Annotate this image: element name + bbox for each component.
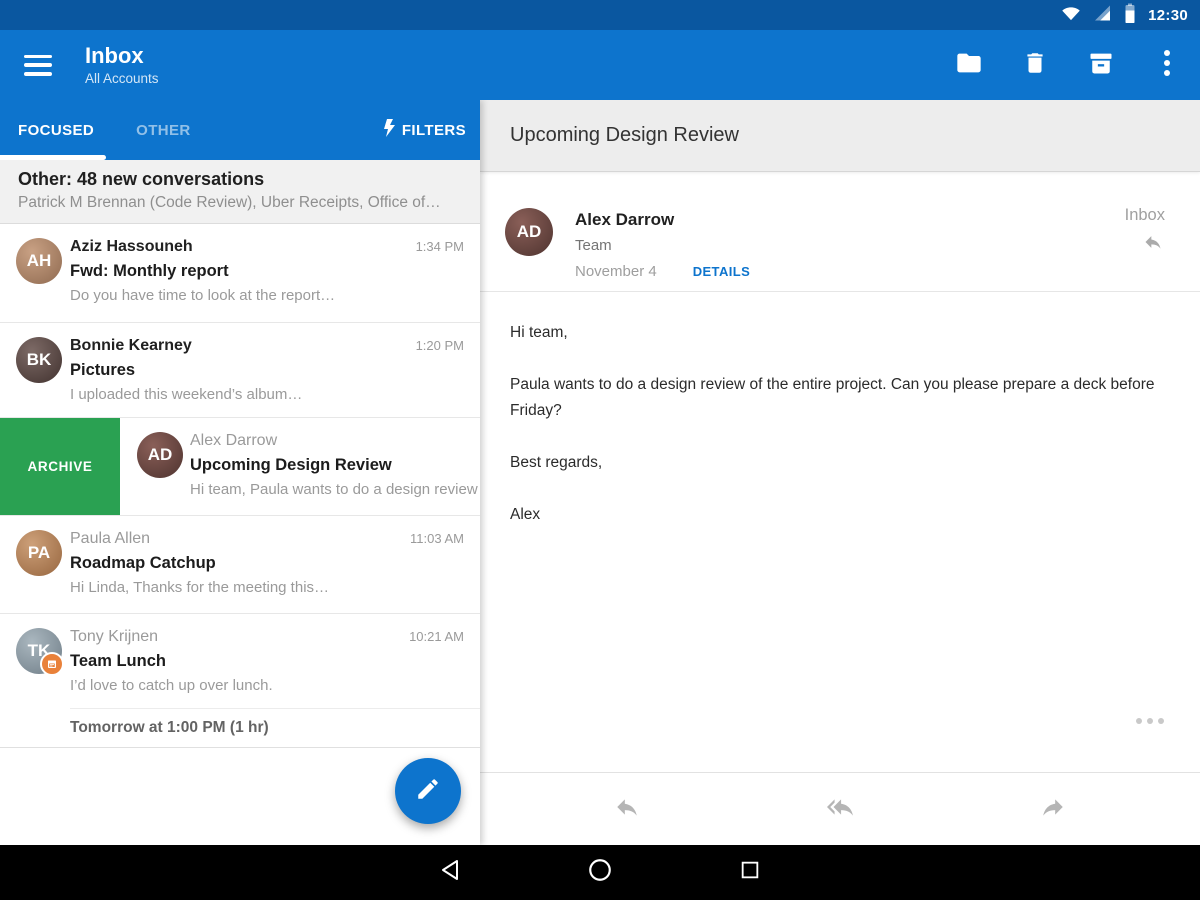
avatar: AH — [16, 238, 62, 284]
email-body: Hi team, Paula wants to do a design revi… — [480, 292, 1200, 528]
message-subject: Upcoming Design Review — [190, 455, 480, 476]
filters-label: FILTERS — [402, 122, 466, 139]
clock: 12:30 — [1148, 7, 1188, 24]
delete-button[interactable] — [1020, 50, 1050, 80]
recents-square-icon — [739, 859, 761, 886]
meeting-chip[interactable]: Tomorrow at 1:00 PM (1 hr) — [0, 708, 480, 748]
message-subject: Roadmap Catchup — [70, 553, 464, 574]
message-time: 1:34 PM — [416, 239, 464, 254]
battery-icon — [1124, 3, 1136, 28]
reply-all-icon — [824, 794, 856, 825]
recents-button[interactable] — [736, 859, 764, 887]
reply-icon — [612, 794, 642, 825]
other-count-label: Other: 48 new conversations — [18, 169, 462, 190]
message-time: 1:20 PM — [416, 338, 464, 353]
message-row[interactable]: BK Bonnie Kearney Pictures I uploaded th… — [0, 323, 480, 418]
email-subject-header: Upcoming Design Review — [480, 100, 1200, 172]
archive-swipe-label: ARCHIVE — [28, 459, 93, 474]
overflow-menu-button[interactable] — [1152, 50, 1182, 80]
reading-pane: Upcoming Design Review AD Alex Darrow Te… — [480, 100, 1200, 845]
message-preview: I’d love to catch up over lunch. — [70, 676, 464, 696]
message-preview: Hi team, Paula wants to do a design revi… — [190, 480, 480, 500]
reply-all-button[interactable] — [818, 787, 862, 831]
message-preview: I uploaded this weekend’s album… — [70, 385, 464, 405]
avatar: AD — [137, 432, 183, 478]
hamburger-menu-icon[interactable] — [24, 55, 52, 76]
avatar: PA — [16, 530, 62, 576]
overflow-menu-icon — [1163, 48, 1171, 83]
message-subject: Fwd: Monthly report — [70, 261, 464, 282]
archive-button[interactable] — [1086, 50, 1116, 80]
body-paragraph: Alex — [510, 502, 1170, 528]
meeting-time-label: Tomorrow at 1:00 PM (1 hr) — [70, 719, 269, 737]
message-sender: Tony Krijnen — [70, 627, 464, 647]
page-title: Inbox — [85, 44, 159, 68]
body-paragraph: Hi team, — [510, 320, 1170, 346]
message-row[interactable]: AD Alex Darrow Upcoming Design Review Hi… — [120, 418, 480, 515]
forward-button[interactable] — [1031, 787, 1075, 831]
app-bar: Inbox All Accounts — [0, 30, 1200, 100]
outlook-app-screen: 12:30 Inbox All Accounts FOCUSED — [0, 0, 1200, 900]
reply-button[interactable] — [605, 787, 649, 831]
back-triangle-icon — [438, 858, 462, 887]
compose-pencil-icon — [415, 776, 441, 807]
compose-fab[interactable] — [395, 758, 461, 824]
message-preview: Do you have time to look at the report… — [70, 286, 464, 306]
cellular-signal-icon — [1093, 4, 1112, 27]
email-sender-block: AD Alex Darrow Team November 4 DETAILS I… — [480, 172, 1200, 292]
calendar-badge-icon — [40, 652, 64, 676]
reply-toolbar — [480, 772, 1200, 845]
other-conversations-banner[interactable]: Other: 48 new conversations Patrick M Br… — [0, 160, 480, 224]
sender-avatar: AD — [505, 208, 553, 256]
forward-icon — [1038, 794, 1068, 825]
archive-icon — [1087, 49, 1115, 82]
message-sender: Paula Allen — [70, 529, 464, 549]
recipients-label: Team — [575, 237, 1200, 255]
account-scope-label: All Accounts — [85, 71, 159, 86]
other-senders-preview: Patrick M Brennan (Code Review), Uber Re… — [18, 194, 462, 212]
move-to-folder-button[interactable] — [954, 50, 984, 80]
details-link[interactable]: DETAILS — [693, 264, 750, 279]
active-tab-underline — [0, 155, 106, 160]
message-sender: Bonnie Kearney — [70, 336, 464, 356]
message-time: 11:03 AM — [410, 531, 464, 546]
message-row-swiping: ARCHIVE AD Alex Darrow Upcoming Design R… — [0, 418, 480, 516]
tab-focused[interactable]: FOCUSED — [18, 122, 94, 139]
message-sender: Aziz Hassouneh — [70, 237, 464, 257]
message-row[interactable]: PA Paula Allen Roadmap Catchup Hi Linda,… — [0, 516, 480, 614]
message-sender: Alex Darrow — [190, 431, 480, 451]
message-subject: Pictures — [70, 360, 464, 381]
message-subject: Team Lunch — [70, 651, 464, 672]
tab-other[interactable]: OTHER — [136, 122, 191, 139]
body-paragraph: Paula wants to do a design review of the… — [510, 372, 1170, 424]
trash-icon — [1022, 50, 1048, 81]
home-circle-icon — [587, 857, 613, 888]
email-subject: Upcoming Design Review — [510, 124, 739, 147]
back-button[interactable] — [436, 859, 464, 887]
message-list-pane: FOCUSED OTHER FILTERS Other: 48 new conv… — [0, 100, 480, 845]
android-nav-bar — [0, 845, 1200, 900]
status-bar: 12:30 — [0, 0, 1200, 30]
home-button[interactable] — [586, 859, 614, 887]
show-trimmed-content-button[interactable] — [1130, 712, 1170, 730]
replied-status-icon — [1141, 232, 1165, 257]
message-row[interactable]: TK Tony Krijnen Team Lunch I’d love to c… — [0, 614, 480, 708]
sender-name: Alex Darrow — [575, 210, 1200, 230]
wifi-icon — [1061, 4, 1081, 27]
message-preview: Hi Linda, Thanks for the meeting this… — [70, 578, 464, 598]
lightning-icon — [382, 119, 396, 141]
body-paragraph: Best regards, — [510, 450, 1170, 476]
avatar: BK — [16, 337, 62, 383]
email-date: November 4 — [575, 263, 657, 280]
inbox-tab-bar: FOCUSED OTHER FILTERS — [0, 100, 480, 160]
folder-icon — [955, 49, 983, 82]
message-row[interactable]: AH Aziz Hassouneh Fwd: Monthly report Do… — [0, 224, 480, 323]
app-bar-titles: Inbox All Accounts — [85, 44, 159, 86]
message-time: 10:21 AM — [409, 629, 464, 644]
filters-button[interactable]: FILTERS — [382, 100, 466, 160]
archive-swipe-action[interactable]: ARCHIVE — [0, 418, 120, 515]
folder-badge: Inbox — [1125, 206, 1165, 225]
